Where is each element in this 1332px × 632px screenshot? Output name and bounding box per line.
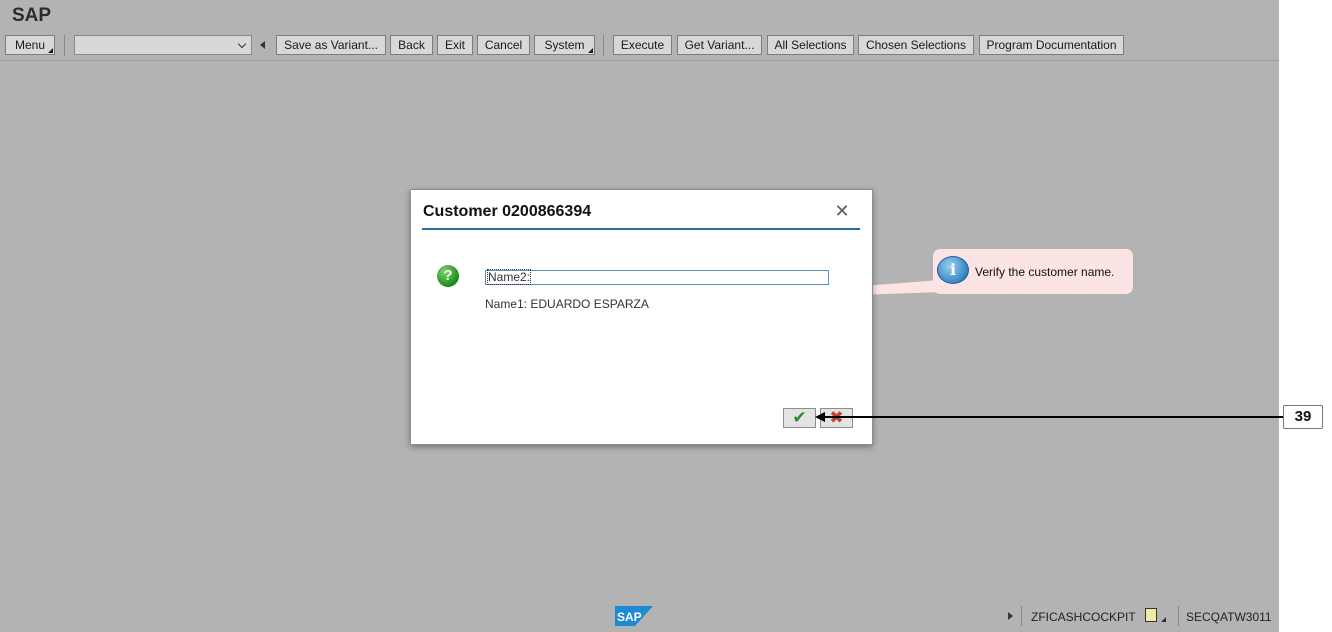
step-arrow-overlay [815, 412, 1283, 422]
arrow-head-icon [815, 412, 825, 422]
step-number-badge: 39 [1283, 405, 1323, 429]
